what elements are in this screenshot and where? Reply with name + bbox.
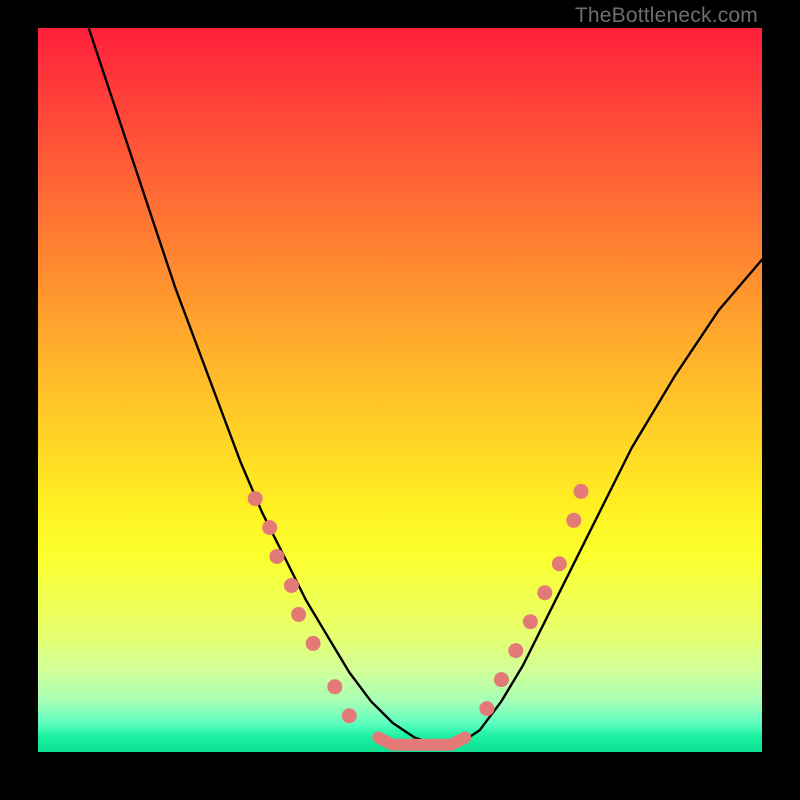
data-point xyxy=(574,484,589,499)
left-dot-cluster xyxy=(248,491,357,723)
data-point xyxy=(494,672,509,687)
data-point xyxy=(479,701,494,716)
data-point xyxy=(269,549,284,564)
data-point xyxy=(327,679,342,694)
watermark-text: TheBottleneck.com xyxy=(575,4,758,28)
data-point xyxy=(342,708,357,723)
bottleneck-curve xyxy=(89,28,762,745)
data-point xyxy=(291,607,306,622)
data-point xyxy=(566,513,581,528)
data-point xyxy=(248,491,263,506)
bottom-flat-segment xyxy=(378,738,465,745)
plot-area xyxy=(38,28,762,752)
data-point xyxy=(508,643,523,658)
plot-inner xyxy=(38,28,762,752)
data-point xyxy=(262,520,277,535)
chart-frame: TheBottleneck.com xyxy=(0,0,800,800)
data-point xyxy=(552,556,567,571)
data-point xyxy=(537,585,552,600)
right-dot-cluster xyxy=(479,484,588,716)
data-point xyxy=(284,578,299,593)
data-point xyxy=(306,636,321,651)
data-point xyxy=(523,614,538,629)
curve-layer xyxy=(38,28,762,752)
